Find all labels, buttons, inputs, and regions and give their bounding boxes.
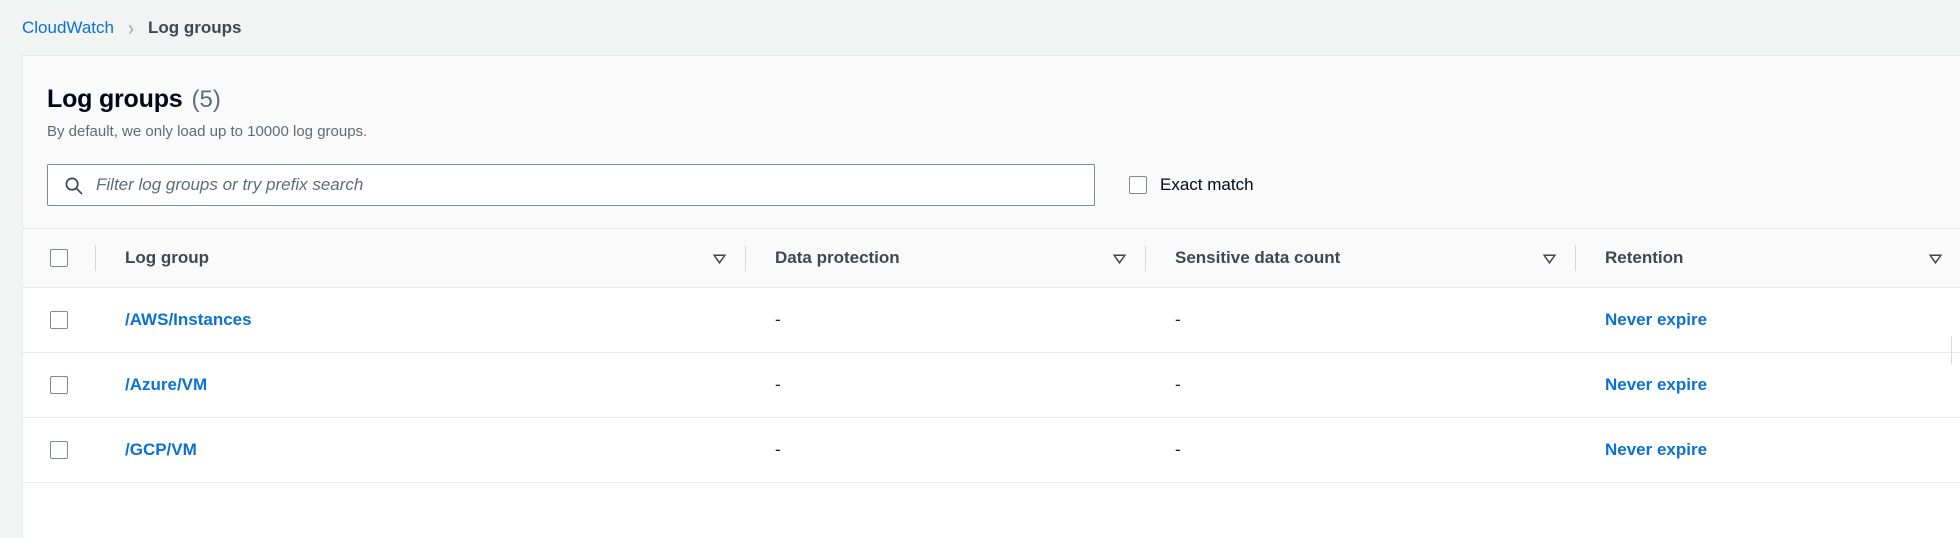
column-header-sensitive-data-count[interactable]: Sensitive data count bbox=[1145, 228, 1575, 288]
row-select-cell bbox=[23, 352, 95, 418]
sort-icon-log-group[interactable] bbox=[712, 251, 727, 266]
sort-icon-sensitive-data-count[interactable] bbox=[1542, 251, 1557, 266]
row-checkbox[interactable] bbox=[50, 441, 68, 459]
breadcrumb-item-log-groups: Log groups bbox=[147, 17, 242, 37]
exact-match-toggle[interactable]: Exact match bbox=[1129, 175, 1254, 195]
log-group-link[interactable]: /GCP/VM bbox=[125, 440, 197, 460]
sort-icon-data-protection[interactable] bbox=[1112, 251, 1127, 266]
column-header-data-protection-label: Data protection bbox=[775, 248, 900, 267]
row-select-cell bbox=[23, 417, 95, 483]
retention-link[interactable]: Never expire bbox=[1605, 310, 1707, 330]
cell-log-group: /Azure/VM bbox=[95, 352, 745, 418]
search-input[interactable]: Filter log groups or try prefix search bbox=[47, 164, 1095, 206]
log-group-link[interactable]: /Azure/VM bbox=[125, 375, 207, 395]
exact-match-checkbox[interactable] bbox=[1129, 176, 1147, 194]
table-row[interactable]: /Azure/VM - - Never expire bbox=[23, 352, 1960, 418]
data-protection-value: - bbox=[775, 440, 781, 459]
log-groups-panel: Log groups (5) By default, we only load … bbox=[22, 55, 1960, 538]
page-title: Log groups (5) bbox=[47, 84, 1960, 115]
breadcrumb-item-cloudwatch[interactable]: CloudWatch bbox=[22, 18, 114, 38]
cell-sensitive-data-count: - bbox=[1145, 352, 1575, 418]
sort-icon-retention[interactable] bbox=[1928, 251, 1943, 266]
column-header-log-group-label: Log group bbox=[125, 248, 210, 267]
cell-retention: Never expire bbox=[1575, 417, 1960, 483]
search-placeholder-text: Filter log groups or try prefix search bbox=[96, 175, 364, 194]
panel-subtitle: By default, we only load up to 10000 log… bbox=[47, 123, 368, 140]
table-body: /AWS/Instances - - Never expire /Azure/V… bbox=[23, 287, 1960, 483]
table-header-row: Log group Data protection Sensitive data… bbox=[23, 228, 1960, 288]
row-checkbox[interactable] bbox=[50, 311, 68, 329]
data-protection-value: - bbox=[775, 375, 781, 394]
select-all-header bbox=[23, 228, 95, 288]
column-header-retention-label: Retention bbox=[1605, 248, 1684, 267]
sensitive-data-count-value: - bbox=[1175, 375, 1181, 394]
table-row[interactable]: /AWS/Instances - - Never expire bbox=[23, 287, 1960, 353]
log-group-link[interactable]: /AWS/Instances bbox=[125, 310, 252, 330]
row-select-cell bbox=[23, 287, 95, 353]
cell-data-protection: - bbox=[745, 352, 1145, 418]
panel-header: Log groups (5) By default, we only load … bbox=[23, 56, 1960, 142]
cell-retention: Never expire bbox=[1575, 287, 1960, 353]
table-row[interactable]: /GCP/VM - - Never expire bbox=[23, 417, 1960, 483]
cell-sensitive-data-count: - bbox=[1145, 287, 1575, 353]
column-header-log-group[interactable]: Log group bbox=[95, 228, 745, 288]
search-icon bbox=[64, 176, 83, 195]
retention-link[interactable]: Never expire bbox=[1605, 375, 1707, 395]
cell-data-protection: - bbox=[745, 417, 1145, 483]
column-divider-right bbox=[1951, 336, 1952, 364]
column-header-retention[interactable]: Retention bbox=[1575, 228, 1960, 288]
cell-sensitive-data-count: - bbox=[1145, 417, 1575, 483]
sensitive-data-count-value: - bbox=[1175, 440, 1181, 459]
cell-retention: Never expire bbox=[1575, 352, 1960, 418]
breadcrumb-separator-icon: › bbox=[127, 15, 134, 40]
sensitive-data-count-value: - bbox=[1175, 310, 1181, 329]
column-header-data-protection[interactable]: Data protection bbox=[745, 228, 1145, 288]
exact-match-label: Exact match bbox=[1160, 175, 1254, 194]
log-groups-table: Log group Data protection Sensitive data… bbox=[23, 228, 1960, 483]
filter-toolbar: Filter log groups or try prefix search E… bbox=[23, 142, 1960, 228]
cell-log-group: /GCP/VM bbox=[95, 417, 745, 483]
data-protection-value: - bbox=[775, 310, 781, 329]
cell-log-group: /AWS/Instances bbox=[95, 287, 745, 353]
table-header: Log group Data protection Sensitive data… bbox=[23, 228, 1960, 288]
retention-link[interactable]: Never expire bbox=[1605, 440, 1707, 460]
column-header-sensitive-data-count-label: Sensitive data count bbox=[1175, 248, 1341, 267]
page-title-text: Log groups bbox=[47, 85, 183, 113]
log-groups-count: (5) bbox=[191, 86, 221, 113]
row-checkbox[interactable] bbox=[50, 376, 68, 394]
select-all-checkbox[interactable] bbox=[50, 249, 68, 267]
cell-data-protection: - bbox=[745, 287, 1145, 353]
breadcrumb: CloudWatch › Log groups bbox=[0, 0, 1960, 55]
